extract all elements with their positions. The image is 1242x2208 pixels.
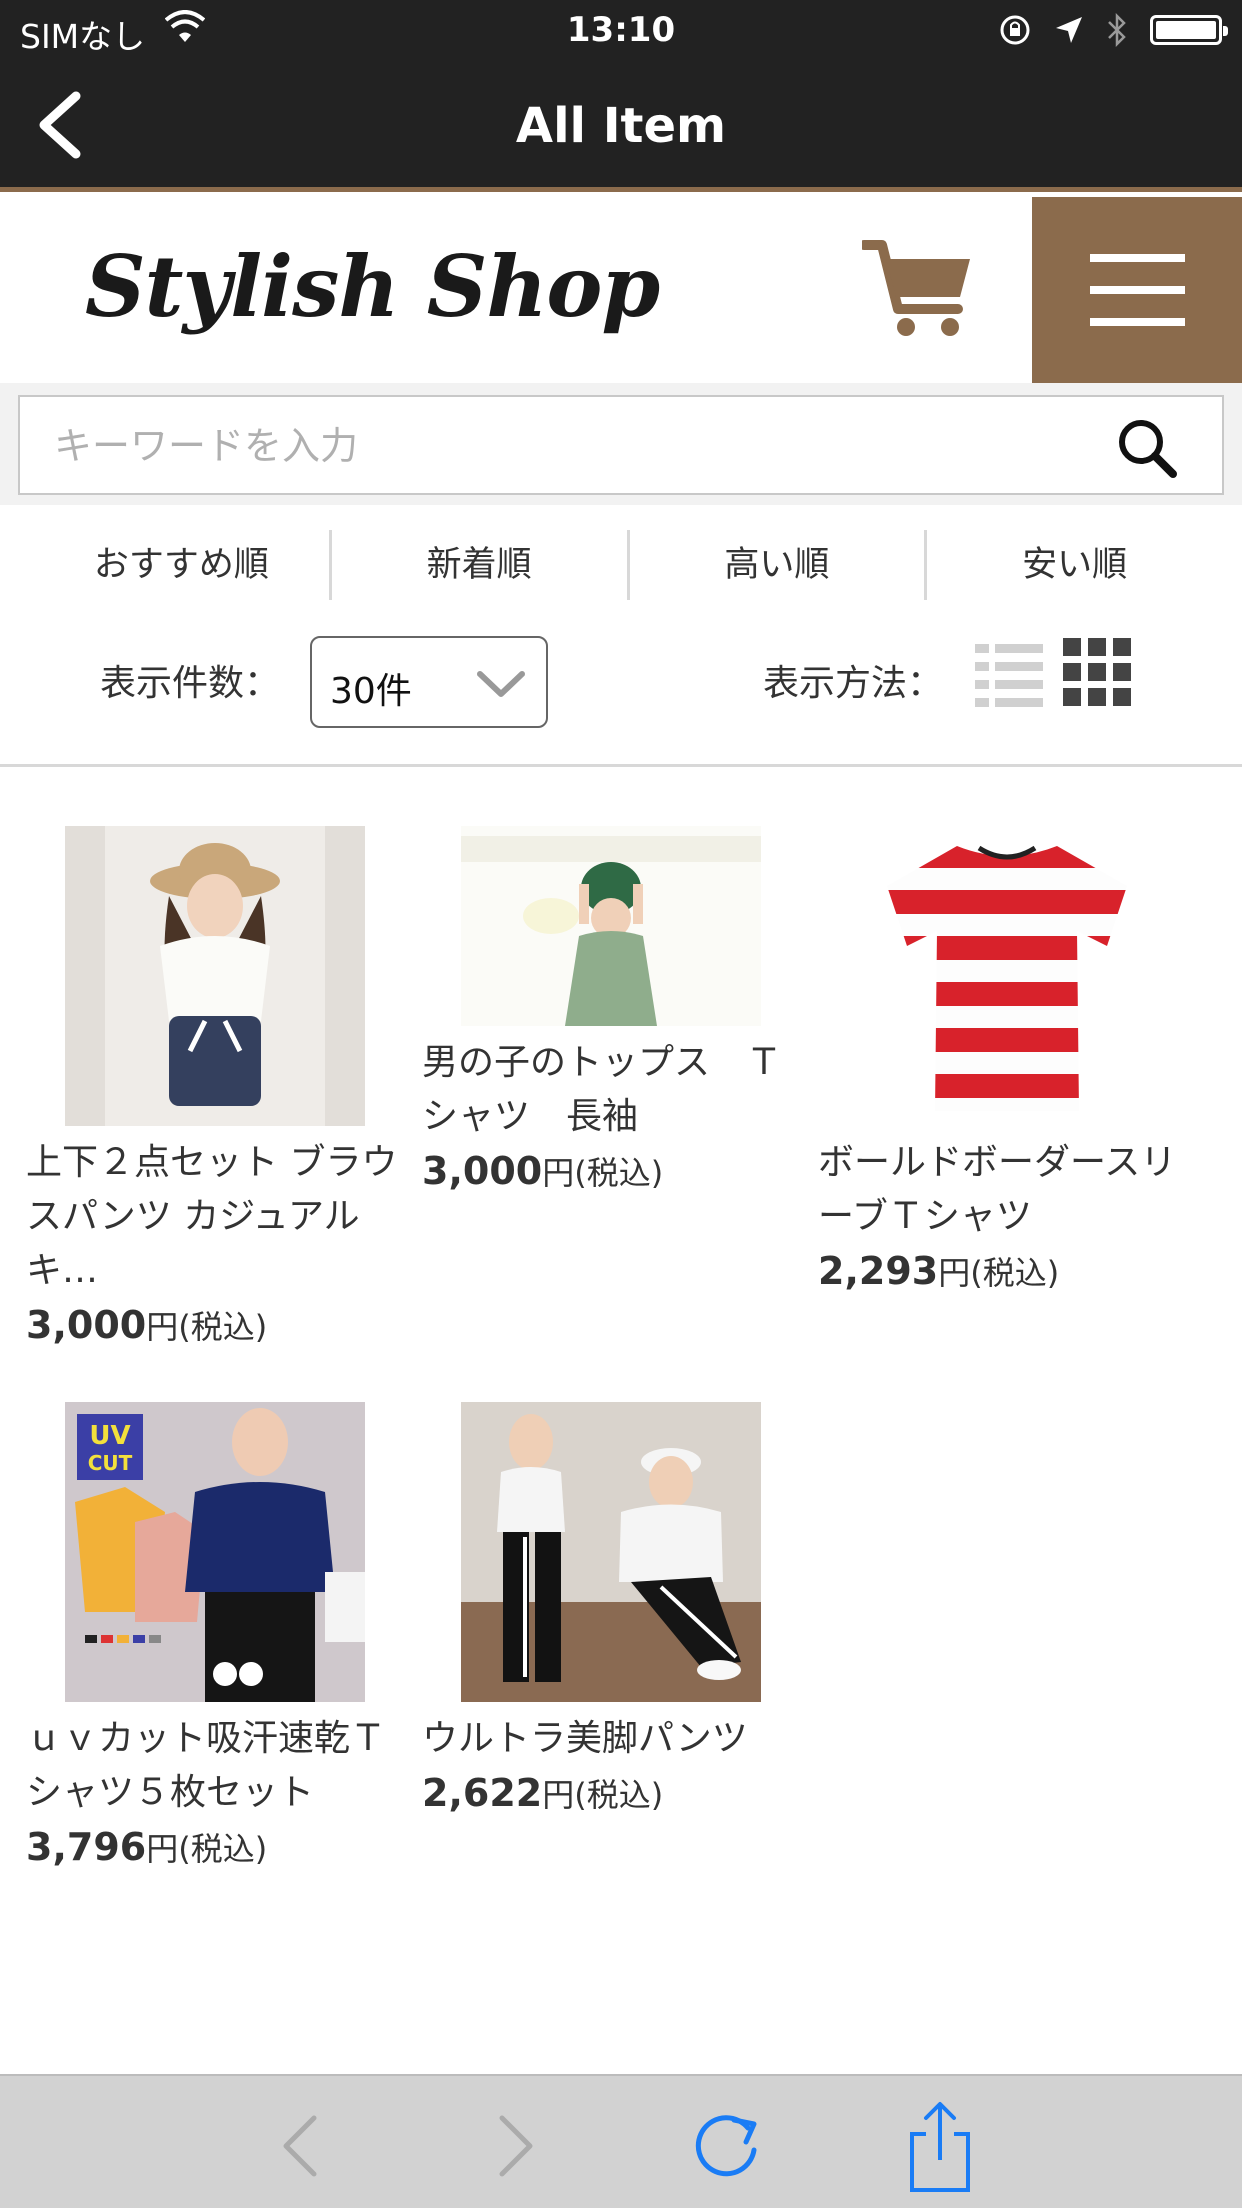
location-arrow-icon (1056, 17, 1082, 43)
price-unit: 円(税込) (542, 1154, 664, 1192)
price-value: 3,000 (422, 1149, 543, 1193)
product-image[interactable] (65, 826, 365, 1126)
product-price: 3,000円(税込) (416, 1144, 806, 1200)
price-unit: 円(税込) (146, 1308, 268, 1346)
menu-icon-bar (1090, 318, 1185, 326)
search-icon[interactable] (1116, 417, 1178, 479)
menu-icon (1090, 254, 1185, 262)
share-icon[interactable] (900, 2098, 980, 2194)
nav-bar: All Item (0, 60, 1242, 192)
sort-price-high[interactable]: 高い順 (630, 530, 928, 600)
price-value: 2,293 (818, 1249, 939, 1293)
shop-header: Stylish Shop (0, 197, 1242, 383)
list-view-icon[interactable] (975, 640, 1043, 708)
uv-badge-text: CUT (88, 1451, 133, 1475)
price-value: 3,000 (26, 1303, 147, 1347)
price-unit: 円(税込) (938, 1254, 1060, 1292)
product-image[interactable] (461, 826, 761, 1026)
uv-badge-text: UV (89, 1421, 130, 1451)
product-name[interactable]: 男の子のトップス Ｔシャツ 長袖 (416, 1036, 806, 1144)
product-name[interactable]: ウルトラ美脚パンツ (416, 1712, 806, 1766)
sort-recommended[interactable]: おすすめ順 (34, 530, 332, 600)
product-image[interactable] (857, 826, 1157, 1126)
product-card[interactable]: 男の子のトップス Ｔシャツ 長袖 3,000円(税込) (416, 826, 806, 1200)
product-price: 3,796円(税込) (20, 1820, 410, 1876)
browser-toolbar (0, 2074, 1242, 2208)
sort-newest[interactable]: 新着順 (332, 530, 630, 600)
shop-logo[interactable]: Stylish Shop (85, 237, 660, 336)
price-unit: 円(税込) (542, 1776, 664, 1814)
display-count-value: 30件 (330, 671, 412, 712)
status-bar: SIMなし 13:10 (0, 0, 1242, 60)
grid-view-icon[interactable] (1063, 638, 1131, 706)
product-name[interactable]: 上下２点セット ブラウスパンツ カジュアル キ… (20, 1136, 410, 1298)
browser-forward-icon[interactable] (474, 2106, 554, 2186)
sort-price-low[interactable]: 安い順 (927, 530, 1222, 600)
product-card[interactable]: UV CUT ｕｖカット吸汗速乾Ｔシャツ５枚セット 3,796円(税込) (20, 1402, 410, 1876)
page-title: All Item (515, 98, 727, 154)
search-input[interactable] (54, 417, 1054, 475)
menu-icon-bar (1090, 286, 1185, 294)
product-price: 2,622円(税込) (416, 1766, 806, 1822)
product-price: 2,293円(税込) (812, 1244, 1202, 1300)
product-image[interactable] (461, 1402, 761, 1702)
rotation-lock-icon (1000, 15, 1030, 45)
product-image[interactable]: UV CUT (65, 1402, 365, 1702)
browser-back-icon[interactable] (262, 2106, 342, 2186)
search-box (18, 395, 1224, 495)
display-method-label: 表示方法： (763, 663, 944, 704)
product-price: 3,000円(税込) (20, 1298, 410, 1354)
display-controls: 表示件数： 30件 表示方法： (0, 632, 1242, 732)
reload-icon[interactable] (688, 2106, 768, 2186)
divider (0, 764, 1242, 767)
battery-icon (1150, 15, 1228, 45)
display-count-label: 表示件数： (100, 663, 281, 704)
product-card[interactable]: 上下２点セット ブラウスパンツ カジュアル キ… 3,000円(税込) (20, 826, 410, 1354)
search-area (0, 383, 1242, 505)
cart-icon[interactable] (862, 239, 974, 339)
bluetooth-icon (1108, 13, 1126, 47)
product-name[interactable]: ｕｖカット吸汗速乾Ｔシャツ５枚セット (20, 1712, 410, 1820)
price-value: 3,796 (26, 1825, 147, 1869)
price-value: 2,622 (422, 1771, 543, 1815)
hamburger-menu-button[interactable] (1032, 197, 1242, 383)
sort-tabs: おすすめ順 新着順 高い順 安い順 (0, 530, 1242, 600)
chevron-down-icon (477, 671, 525, 697)
price-unit: 円(税込) (146, 1830, 268, 1868)
product-card[interactable]: ウルトラ美脚パンツ 2,622円(税込) (416, 1402, 806, 1822)
product-card[interactable]: ボールドボーダースリーブＴシャツ 2,293円(税込) (812, 826, 1202, 1300)
display-count-select[interactable]: 30件 (310, 636, 548, 728)
product-name[interactable]: ボールドボーダースリーブＴシャツ (812, 1136, 1202, 1244)
